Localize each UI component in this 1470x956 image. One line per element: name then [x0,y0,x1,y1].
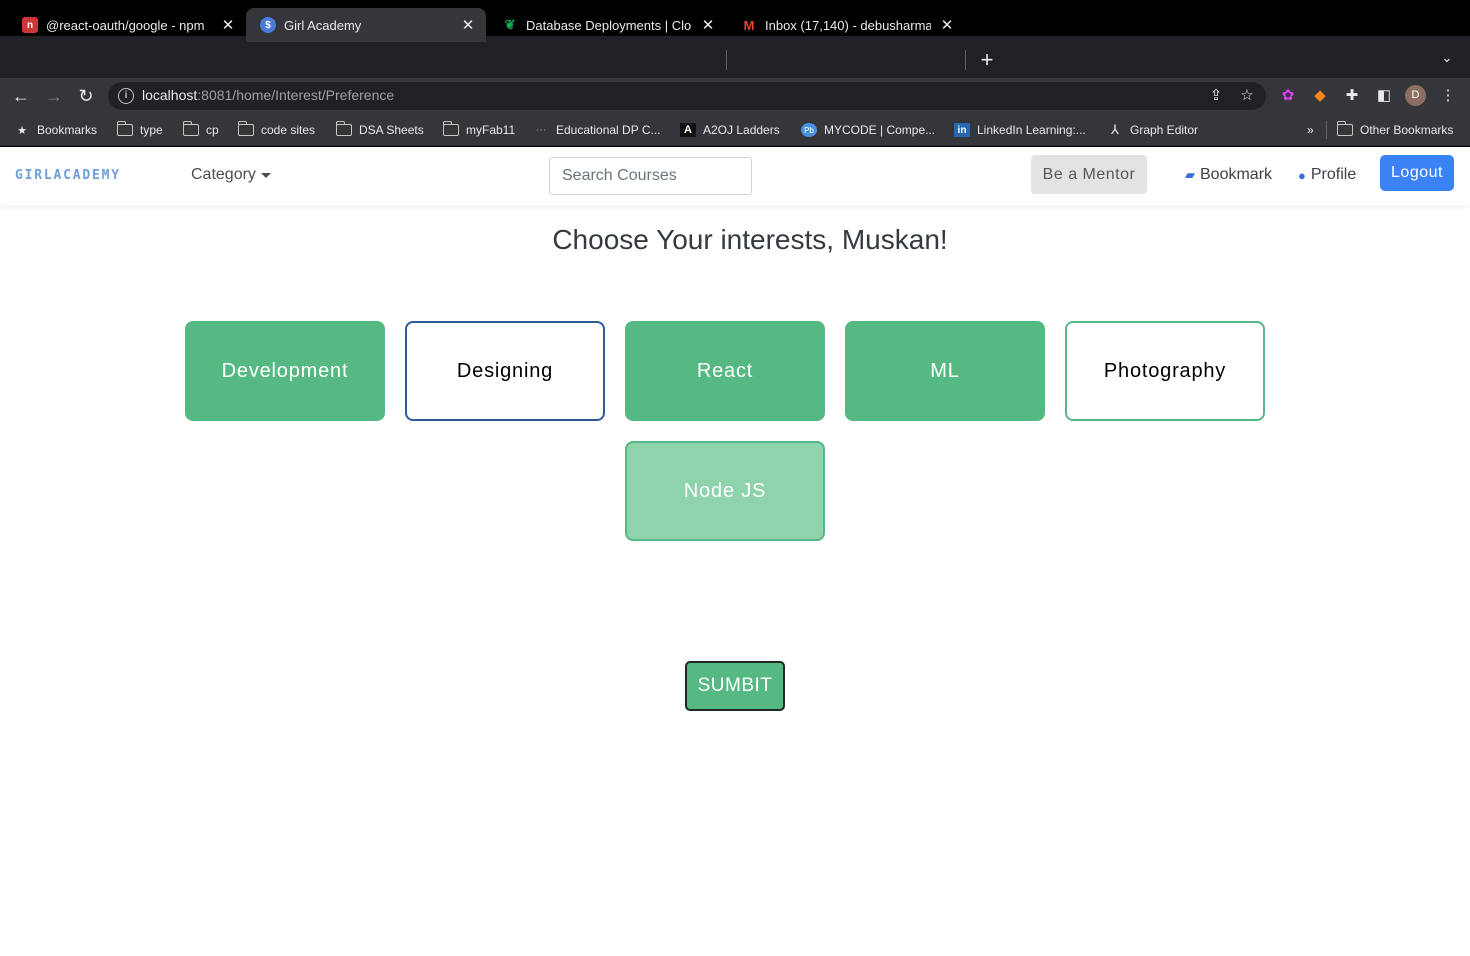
bookmark-label: Graph Editor [1130,123,1199,137]
reload-icon[interactable]: ↻ [74,84,98,108]
extensions-puzzle-icon[interactable]: ✚ [1342,86,1362,106]
tab-title: Inbox (17,140) - debusharma19 [765,17,931,33]
bookmark-label: DSA Sheets [359,123,424,137]
profile-link-label: Profile [1310,166,1357,183]
tab-title: Girl Academy [284,17,362,33]
interest-card-ml[interactable]: ML [845,321,1045,421]
back-arrow-icon[interactable]: ← [9,84,33,108]
graph-icon: ⅄ [1111,122,1119,137]
bookmark-educational-dp[interactable]: ··· Educational DP C... [533,121,661,139]
girl-academy-icon: $ [260,17,276,33]
close-icon[interactable]: ✕ [460,16,476,34]
bookmark-label: myFab11 [466,123,516,137]
bookmark-label: LinkedIn Learning:... [977,123,1086,137]
bookmark-label: type [140,123,163,137]
interest-card-nodejs[interactable]: Node JS [625,441,825,541]
bookmark-dsa-sheets[interactable]: DSA Sheets [335,121,424,139]
bookmark-label: code sites [261,123,316,137]
folder-icon [237,121,254,137]
page-title: Choose Your interests, Muskan! [552,224,948,255]
close-icon[interactable]: ✕ [700,16,716,34]
url-path: :8081/home/Interest/Preference [197,87,395,103]
tab-search-chevron-icon[interactable]: ⌄ [1438,50,1456,68]
submit-button[interactable]: SUMBIT [685,661,785,711]
interest-card-react[interactable]: React [625,321,825,421]
bookmark-type[interactable]: type [116,121,163,139]
color-picker-extension-icon[interactable]: ✿ [1278,86,1298,106]
npm-icon: n [22,17,38,33]
a2oj-icon: A [680,123,696,137]
page-body [0,147,1470,956]
bookmark-linkedin-learning[interactable]: in LinkedIn Learning:... [954,121,1086,139]
share-icon[interactable]: ⇪ [1206,86,1226,106]
tab-gmail[interactable]: M Inbox (17,140) - debusharma19 ✕ [727,8,965,42]
bookmark-label: cp [206,123,219,137]
tab-title: @react-oauth/google - npm [46,17,205,33]
interest-card-development[interactable]: Development [185,321,385,421]
new-tab-button[interactable]: + [976,47,998,73]
gmail-icon: M [743,17,755,33]
tab-strip [0,36,1470,78]
url-text[interactable]: localhost:8081/home/Interest/Preference [142,87,394,103]
folder-icon [335,121,352,137]
bookmark-star-icon[interactable]: ☆ [1237,86,1257,106]
bookmark-label: Other Bookmarks [1360,123,1454,137]
bookmark-label: MYCODE | Compe... [824,123,936,137]
bookmark-a2oj[interactable]: A A2OJ Ladders [680,121,780,139]
side-panel-icon[interactable]: ◧ [1374,86,1394,106]
tab-mongodb[interactable]: ❦ Database Deployments | Cloud ✕ [488,8,726,42]
bookmark-cp[interactable]: cp [182,121,219,139]
tab-title: Database Deployments | Cloud [526,17,692,33]
browser-menu-icon[interactable]: ⋮ [1438,86,1458,106]
bookmark-bookmarks[interactable]: ★ Bookmarks [14,121,97,139]
folder-icon [442,121,459,137]
folder-icon [116,121,133,137]
category-dropdown[interactable]: Category [191,166,271,184]
metamask-fox-icon[interactable]: ◆ [1310,86,1330,106]
bookmark-graph-editor[interactable]: ⅄ Graph Editor [1107,121,1198,139]
bookmark-mycode[interactable]: Pb MYCODE | Compe... [801,121,935,139]
profile-avatar[interactable]: D [1405,85,1426,106]
star-icon: ★ [17,124,27,137]
bookmark-label: Educational DP C... [556,123,661,137]
bookmark-myfab11[interactable]: myFab11 [442,121,516,139]
category-label: Category [191,166,256,183]
close-icon[interactable]: ✕ [939,16,955,34]
search-input[interactable] [549,157,752,195]
be-a-mentor-button[interactable]: Be a Mentor [1031,155,1147,194]
url-host: localhost [142,87,198,103]
logout-button[interactable]: Logout [1380,155,1454,191]
tab-separator [965,50,966,70]
linkedin-icon: in [954,123,970,137]
mongodb-leaf-icon: ❦ [504,17,516,32]
bookmark-link-label: Bookmark [1200,166,1273,183]
tab-girl-academy[interactable]: $ Girl Academy ✕ [246,8,486,42]
brand-logo[interactable]: GIRLACADEMY [15,168,121,183]
book-icon: ▰ [1185,167,1195,182]
mycode-icon: Pb [801,123,817,137]
bookmark-label: A2OJ Ladders [703,123,780,137]
bookmark-label: Bookmarks [37,123,98,137]
close-icon[interactable]: ✕ [220,16,236,34]
profile-link[interactable]: ● Profile [1298,166,1356,184]
globe-icon: ··· [535,124,547,136]
interest-card-photography[interactable]: Photography [1065,321,1265,421]
tab-npm[interactable]: n @react-oauth/google - npm ✕ [8,8,246,42]
folder-icon [1336,121,1353,137]
interest-card-designing[interactable]: Designing [405,321,605,421]
bookmarks-separator [1326,121,1327,139]
folder-icon [182,121,199,137]
site-info-icon[interactable]: i [118,88,134,104]
bookmarks-overflow-button[interactable]: » [1307,121,1314,139]
other-bookmarks[interactable]: Other Bookmarks [1336,121,1454,139]
caret-down-icon [260,172,271,178]
forward-arrow-icon[interactable]: → [42,84,66,108]
bookmark-link[interactable]: ▰ Bookmark [1185,166,1272,184]
bookmark-code-sites[interactable]: code sites [237,121,316,139]
user-icon: ● [1298,167,1306,183]
tab-separator [726,50,727,70]
